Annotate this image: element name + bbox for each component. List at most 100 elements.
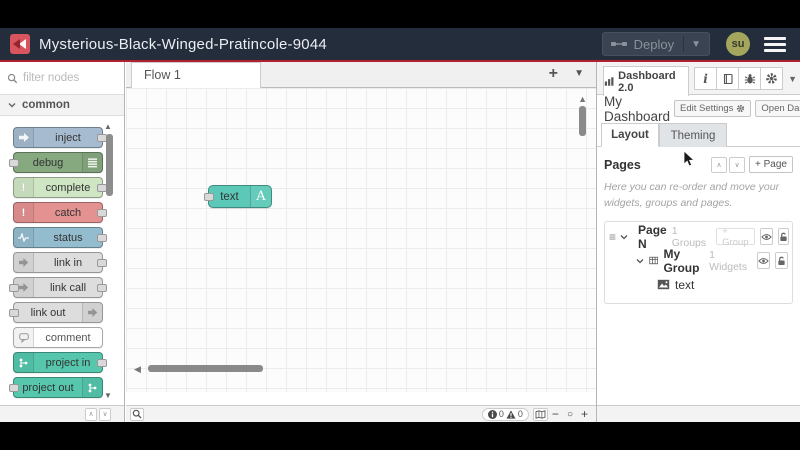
collapse-categories-button[interactable]: ∧	[85, 407, 97, 421]
palette-node-project-out[interactable]: project out	[9, 377, 103, 398]
node-port[interactable]	[9, 383, 19, 392]
user-avatar[interactable]: su	[726, 32, 750, 56]
node-red-app: Mysterious-Black-Winged-Pratincole-9044 …	[0, 28, 800, 422]
gear-small-icon	[737, 104, 745, 113]
tab-layout[interactable]: Layout	[601, 123, 659, 147]
sidebar: Dashboard 2.0 i ▼ My Dashboard Edit Sett…	[596, 62, 800, 422]
info-count: 0	[498, 409, 504, 419]
config-tab-button[interactable]	[760, 67, 783, 90]
flow-canvas[interactable]: text A ▲ ◀	[126, 88, 596, 392]
debug-tab-button[interactable]	[738, 67, 761, 90]
palette-node-status[interactable]: status	[13, 227, 107, 248]
move-page-down-button[interactable]: ∨	[729, 156, 746, 173]
dashboard-header-row: My Dashboard Edit Settings Open Dashboar…	[597, 94, 800, 124]
page-visibility-button[interactable]	[759, 228, 773, 245]
deploy-nodes-icon	[610, 39, 627, 49]
canvas-horizontal-scrollbar[interactable]	[148, 365, 263, 372]
zoom-out-button[interactable]: −	[552, 407, 559, 421]
node-port[interactable]	[9, 158, 19, 167]
deploy-label: Deploy	[633, 36, 675, 52]
edit-settings-button[interactable]: Edit Settings	[674, 100, 752, 117]
node-label: text	[220, 190, 239, 203]
zoom-reset-button[interactable]: ○	[567, 408, 573, 421]
palette-node-comment[interactable]: comment	[13, 327, 103, 348]
eye-icon	[760, 233, 772, 240]
pages-help-text: Here you can re-order and move your widg…	[604, 181, 780, 209]
group-grid-icon	[649, 256, 659, 265]
inject-icon	[14, 128, 34, 147]
node-port[interactable]	[97, 258, 107, 267]
widget-name: text	[675, 277, 695, 292]
node-port[interactable]	[97, 283, 107, 292]
palette-footer: ∧ ∨	[0, 405, 124, 422]
tab-dashboard-2[interactable]: Dashboard 2.0	[603, 66, 689, 96]
page-lock-button[interactable]	[777, 228, 789, 245]
deploy-options-caret-icon[interactable]: ▼	[691, 39, 701, 50]
node-input-port[interactable]	[204, 192, 214, 201]
canvas-scroll-up-icon[interactable]: ▲	[578, 94, 587, 104]
canvas-scroll-left-icon[interactable]: ◀	[134, 364, 141, 375]
palette-node-link-in[interactable]: link in	[13, 252, 107, 273]
map-icon	[535, 409, 546, 419]
drag-handle-icon[interactable]: ≡	[609, 230, 616, 244]
deploy-button[interactable]: Deploy ▼	[601, 32, 710, 56]
flow-list-caret-icon[interactable]: ▼	[574, 68, 584, 79]
sidebar-tabs-caret-icon[interactable]: ▼	[788, 74, 797, 84]
move-page-up-button[interactable]: ∧	[711, 156, 728, 173]
page-group-count: 1 Groups	[671, 224, 707, 249]
link-icon	[14, 253, 34, 272]
chevron-down-icon[interactable]	[636, 258, 644, 264]
warning-triangle-icon	[506, 409, 516, 419]
palette-search[interactable]	[0, 62, 124, 95]
project-icon	[82, 378, 102, 397]
palette-scroll-down-icon[interactable]: ▼	[104, 391, 112, 400]
node-red-logo-icon	[10, 34, 30, 54]
tree-row-group[interactable]: My Group 1 Widgets	[609, 247, 788, 275]
palette-node-complete[interactable]: ! complete	[13, 177, 107, 198]
info-tab-button[interactable]: i	[694, 67, 717, 90]
palette-node-project-in[interactable]: project in	[13, 352, 107, 373]
chevron-down-icon[interactable]	[620, 234, 628, 240]
palette-node-label: link out	[30, 306, 66, 319]
group-lock-button[interactable]	[775, 252, 788, 269]
complete-icon: !	[14, 178, 34, 197]
palette-node-debug[interactable]: debug	[9, 152, 103, 173]
palette-category-common[interactable]: common	[0, 95, 124, 116]
tab-flow-1[interactable]: Flow 1	[131, 62, 261, 88]
canvas-vertical-scrollbar[interactable]	[579, 106, 586, 136]
open-dashboard-button[interactable]: Open Dashboard	[755, 100, 800, 117]
canvas-search-button[interactable]	[130, 407, 144, 421]
image-icon	[657, 279, 670, 290]
minimap-toggle-button[interactable]	[532, 407, 548, 421]
help-tab-button[interactable]	[716, 67, 739, 90]
node-port[interactable]	[97, 233, 107, 242]
expand-categories-button[interactable]: ∨	[99, 407, 111, 421]
palette-search-input[interactable]	[23, 72, 109, 84]
tab-theming[interactable]: Theming	[659, 123, 727, 147]
palette-scroll-up-icon[interactable]: ▲	[104, 122, 112, 131]
node-port[interactable]	[9, 308, 19, 317]
zoom-in-button[interactable]: +	[581, 407, 588, 421]
tree-row-widget[interactable]: text	[609, 273, 788, 297]
palette-node-label: project in	[45, 356, 91, 369]
add-page-button[interactable]: + Page	[749, 156, 793, 173]
palette-node-link-out[interactable]: link out	[9, 302, 103, 323]
notification-counts[interactable]: 0 0	[481, 407, 529, 421]
palette-node-catch[interactable]: ! catch	[13, 202, 107, 223]
workspace-title: Mysterious-Black-Winged-Pratincole-9044	[39, 35, 327, 53]
group-widget-count: 1 Widgets	[709, 248, 748, 273]
palette-node-link-call[interactable]: link call	[9, 277, 107, 298]
book-icon	[723, 73, 733, 84]
palette-scrollbar[interactable]	[106, 134, 113, 196]
node-port[interactable]	[9, 283, 19, 292]
tree-row-page[interactable]: ≡ Page N 1 Groups + Group	[609, 223, 789, 251]
group-visibility-button[interactable]	[757, 252, 771, 269]
add-flow-button[interactable]: +	[549, 65, 558, 83]
main-menu-button[interactable]	[764, 36, 786, 52]
add-group-button[interactable]: + Group	[716, 226, 755, 248]
node-port[interactable]	[97, 358, 107, 367]
node-port[interactable]	[97, 208, 107, 217]
flow-node-text[interactable]: text A	[204, 185, 272, 208]
palette-node-inject[interactable]: inject	[13, 127, 107, 148]
text-widget-icon: A	[250, 186, 271, 207]
